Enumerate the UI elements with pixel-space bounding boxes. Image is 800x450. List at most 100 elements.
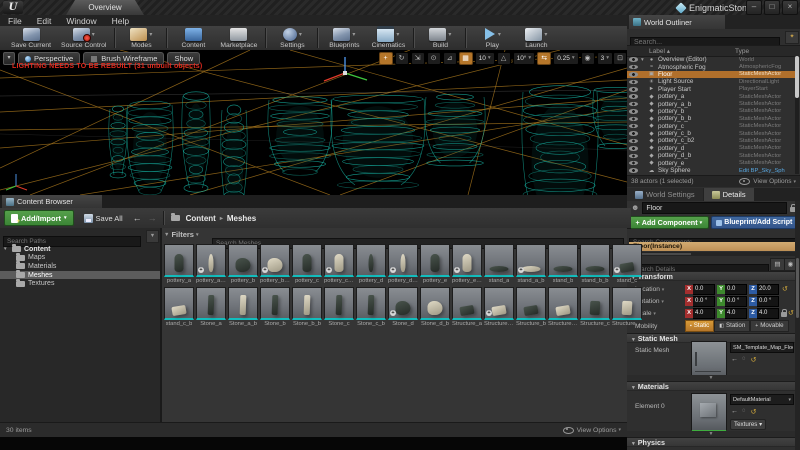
scale-lock-icon[interactable]: [781, 312, 787, 317]
rotation-snap-icon[interactable]: △: [497, 52, 511, 65]
textures-button[interactable]: Textures ▾: [730, 419, 766, 430]
world-local-toggle-icon[interactable]: ⊙: [427, 52, 441, 65]
visibility-eye-icon[interactable]: [629, 72, 638, 77]
axis-z-value[interactable]: 0.0 °: [757, 296, 779, 307]
axis-x-value[interactable]: 0.0 °: [693, 296, 715, 307]
tab-details[interactable]: Details: [704, 188, 754, 201]
section-materials[interactable]: ▾Materials: [627, 381, 795, 391]
column-label[interactable]: Label ▴: [627, 47, 735, 55]
forward-arrow-icon[interactable]: →: [148, 213, 157, 223]
outliner-row-pottery-c[interactable]: ◆pottery_cStaticMeshActor: [627, 123, 795, 130]
actor-type-link[interactable]: Edit BP_Sky_Sph: [739, 168, 795, 174]
visibility-eye-icon[interactable]: [629, 154, 638, 159]
asset-tile-structure-a-b[interactable]: +Structure_a_b: [484, 287, 514, 327]
asset-tile-pottery-b-b[interactable]: +pottery_b_b: [260, 244, 290, 284]
back-arrow-icon[interactable]: ←: [133, 213, 142, 223]
visibility-eye-icon[interactable]: [629, 139, 638, 144]
asset-tile-structure-c[interactable]: Structure_c: [580, 287, 610, 327]
asset-tile-stone-a-b[interactable]: Stone_a_b: [228, 287, 258, 327]
asset-tile-stand-a[interactable]: stand_a: [484, 244, 514, 284]
asset-tile-stone-d[interactable]: +Stone_d: [388, 287, 418, 327]
asset-tile-pottery-c-b[interactable]: +pottery_c_b: [324, 244, 354, 284]
breadcrumb-meshes[interactable]: Meshes: [227, 214, 256, 223]
asset-tile-stone-b-b[interactable]: Stone_b_b: [292, 287, 322, 327]
dropdown-arrow-icon[interactable]: ▾: [352, 31, 355, 38]
asset-tile-stand-b-b[interactable]: stand_b_b: [580, 244, 610, 284]
axis-x-value[interactable]: 0.0: [693, 284, 715, 295]
visibility-eye-icon[interactable]: [629, 117, 638, 122]
asset-tile-pottery-e-b[interactable]: +pottery_e_b: [452, 244, 482, 284]
visibility-eye-icon[interactable]: [629, 87, 638, 92]
toolbar-button-source-control[interactable]: ▾Source Control: [61, 27, 106, 49]
visibility-eye-icon[interactable]: [629, 146, 638, 151]
actor-name-field[interactable]: [642, 202, 787, 214]
axis-y-value[interactable]: 0.0: [725, 284, 747, 295]
paths-filter-icon[interactable]: ▼: [146, 230, 159, 243]
level-tab[interactable]: Overview: [66, 0, 144, 15]
details-scrollbar[interactable]: [795, 201, 800, 450]
asset-tile-stone-a[interactable]: Stone_a: [196, 287, 226, 327]
asset-tile-stone-b[interactable]: Stone_b: [260, 287, 290, 327]
rotation-snap-value[interactable]: 10°▾: [513, 52, 536, 65]
dropdown-arrow-icon[interactable]: ▾: [149, 31, 152, 38]
browse-icon[interactable]: ◌: [742, 408, 746, 416]
restore-button[interactable]: □: [764, 0, 780, 15]
asset-tile-stand-b[interactable]: stand_b: [548, 244, 578, 284]
path-folder-icon[interactable]: [171, 215, 180, 221]
tab-world-settings[interactable]: World Settings: [627, 188, 703, 201]
asset-tile-stone-c[interactable]: Stone_c: [324, 287, 354, 327]
mobility-movable[interactable]: +Movable: [750, 320, 788, 332]
asset-tile-pottery-d-b[interactable]: +pottery_d_b: [388, 244, 418, 284]
visibility-eye-icon[interactable]: [629, 80, 638, 85]
toolbar-button-blueprints[interactable]: ▾Blueprints: [327, 27, 361, 49]
axis-z-value[interactable]: 4.0: [757, 308, 779, 319]
visibility-eye-icon[interactable]: [629, 168, 638, 173]
toolbar-button-cinematics[interactable]: ▾Cinematics: [371, 27, 405, 49]
viewport[interactable]: ▾ Perspective Brush Wireframe Show LIGHT…: [0, 50, 627, 195]
outliner-row-pottery-e[interactable]: ◆pottery_eStaticMeshActor: [627, 159, 795, 166]
add-component-button[interactable]: +Add Component▾: [629, 216, 709, 229]
grid-snap-icon[interactable]: ▦: [459, 52, 473, 65]
asset-tile-structure-a[interactable]: Structure_a: [452, 287, 482, 327]
axis-z-value[interactable]: 20.0: [757, 284, 779, 295]
use-selected-icon[interactable]: ←: [731, 408, 738, 416]
folder-textures[interactable]: Textures: [0, 279, 160, 288]
asset-tile-structure-c-b[interactable]: Structure_c_b: [612, 287, 642, 327]
menu-file[interactable]: File: [8, 16, 22, 26]
dropdown-arrow-icon[interactable]: ▾: [396, 31, 399, 38]
surface-snap-icon[interactable]: ⊿: [443, 52, 457, 65]
camera-speed-value[interactable]: 3▾: [597, 52, 613, 65]
outliner-row-pottery-a-b[interactable]: ◆pottery_a_bStaticMeshActor: [627, 100, 795, 107]
column-type[interactable]: Type: [735, 48, 749, 55]
outliner-row-pottery-a[interactable]: ◆pottery_aStaticMeshActor: [627, 93, 795, 100]
material-thumbnail[interactable]: [691, 393, 727, 432]
dropdown-arrow-icon[interactable]: ▾: [299, 31, 302, 38]
outliner-row-sky-sphere[interactable]: ☁Sky SphereEdit BP_Sky_Sph: [627, 167, 795, 174]
outliner-settings-icon[interactable]: ✦: [785, 31, 799, 44]
asset-tile-structure-b[interactable]: Structure_b: [516, 287, 546, 327]
menu-window[interactable]: Window: [66, 16, 96, 26]
outliner-row-overview-editor[interactable]: ▾●Overview (Editor)World: [627, 56, 795, 63]
outliner-row-pottery-d-b[interactable]: ◆pottery_d_bStaticMeshActor: [627, 152, 795, 159]
folder-meshes[interactable]: Meshes: [0, 271, 160, 280]
translate-tool-icon[interactable]: +: [379, 52, 393, 65]
visibility-eye-icon[interactable]: [629, 94, 638, 99]
maximize-viewport-icon[interactable]: ⊡: [613, 52, 627, 65]
reset-to-default-icon[interactable]: ↺: [782, 285, 788, 293]
outliner-row-pottery-b[interactable]: ◆pottery_bStaticMeshActor: [627, 108, 795, 115]
dropdown-arrow-icon[interactable]: ▾: [448, 31, 451, 38]
component-splitter[interactable]: [629, 252, 798, 256]
dropdown-arrow-icon[interactable]: ▾: [498, 31, 501, 38]
scale-snap-icon[interactable]: ⇆: [537, 52, 551, 65]
static-mesh-combo[interactable]: SM_Template_Map_Floor▾: [730, 342, 794, 353]
toolbar-button-content[interactable]: Content: [176, 27, 210, 49]
outliner-row-floor[interactable]: ▣FloorStaticMeshActor: [627, 71, 795, 78]
component-row-floor-instance[interactable]: Floor(Instance): [629, 242, 798, 251]
rotate-tool-icon[interactable]: ↻: [395, 52, 409, 65]
asset-tile-pottery-a-b[interactable]: +pottery_a_b: [196, 244, 226, 284]
details-scrollbar-thumb[interactable]: [796, 258, 799, 318]
folder-maps[interactable]: Maps: [0, 254, 160, 263]
asset-tile-pottery-d[interactable]: pottery_d: [356, 244, 386, 284]
asset-tile-stand-c[interactable]: +stand_c: [612, 244, 642, 284]
asset-tile-stone-d-b[interactable]: Stone_d_b: [420, 287, 450, 327]
